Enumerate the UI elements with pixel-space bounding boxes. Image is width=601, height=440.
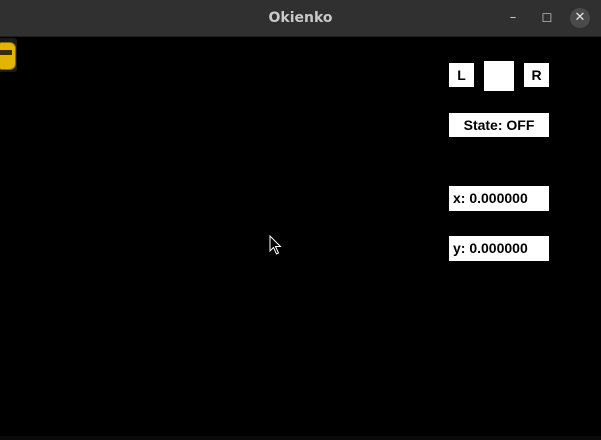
left-button[interactable]: L	[449, 63, 474, 87]
x-coordinate-readout: x: 0.000000	[449, 186, 549, 211]
car-body	[0, 42, 16, 70]
car-window	[0, 50, 12, 55]
center-indicator	[484, 61, 514, 91]
title-bar[interactable]: Okienko – ☐ ✕	[0, 0, 601, 37]
yellow-car-icon	[0, 38, 17, 72]
right-button[interactable]: R	[524, 63, 549, 87]
bottom-edge	[0, 436, 601, 440]
close-button[interactable]: ✕	[570, 8, 590, 28]
maximize-button[interactable]: ☐	[537, 8, 557, 28]
state-toggle[interactable]: State: OFF	[449, 113, 549, 137]
mouse-pointer-icon	[269, 235, 282, 255]
y-coordinate-readout: y: 0.000000	[449, 236, 549, 261]
minimize-button[interactable]: –	[503, 8, 523, 28]
